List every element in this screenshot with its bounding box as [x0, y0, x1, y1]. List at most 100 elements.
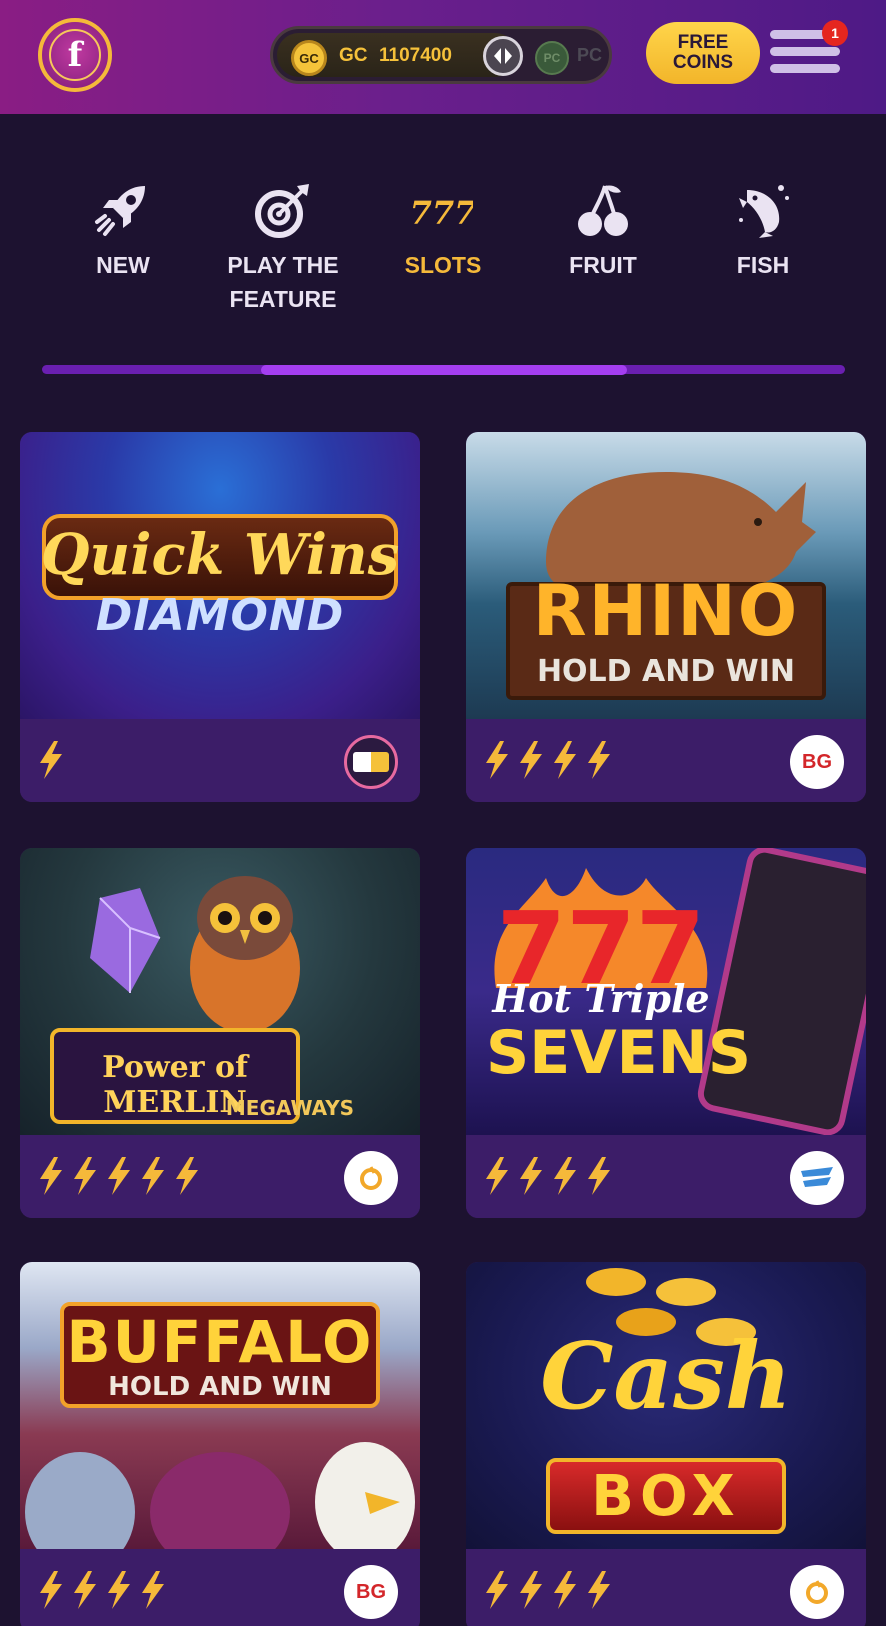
- animals-illustration: [25, 1442, 415, 1549]
- lightning-bolt-icon: [108, 1157, 130, 1195]
- lightning-bolt-icon: [40, 1157, 62, 1195]
- category-slots[interactable]: 777 SLOTS: [363, 180, 523, 282]
- game-card-rhino-hold-and-win[interactable]: RHINO HOLD AND WIN BG: [466, 432, 866, 802]
- volatility-rating: [38, 1571, 166, 1609]
- category-label: FRUIT: [569, 252, 637, 278]
- game-title: BUFFALO: [66, 1308, 374, 1376]
- game-thumbnail: Cash BOX: [466, 1262, 866, 1549]
- provider-swirl-icon: [806, 1580, 828, 1604]
- gold-coin-icon: GC: [291, 40, 327, 76]
- game-title: RHINO: [532, 570, 800, 652]
- category-fruit[interactable]: FRUIT: [523, 180, 683, 282]
- volatility-rating: [38, 1157, 200, 1195]
- lightning-bolt-icon: [142, 1571, 164, 1609]
- game-thumbnail: BUFFALO HOLD AND WIN: [20, 1262, 420, 1549]
- lightning-bolt-icon: [486, 1157, 508, 1195]
- volatility-rating: [484, 1571, 612, 1609]
- top-header: f GC GC 1107400 PC PC FREE COINS 1: [0, 0, 886, 114]
- provider-swirl-icon: [360, 1166, 382, 1190]
- fish-icon: [739, 185, 789, 238]
- lightning-bolt-icon: [554, 1571, 576, 1609]
- lightning-bolt-icon: [554, 741, 576, 779]
- game-subtitle: SEVENS: [486, 1018, 752, 1088]
- phone-illustration: [694, 848, 866, 1135]
- game-subtitle: HOLD AND WIN: [536, 654, 796, 689]
- lightning-bolt-icon: [40, 1571, 62, 1609]
- balance-switcher[interactable]: GC GC 1107400 PC PC: [270, 26, 612, 84]
- cherries-icon: [578, 185, 628, 236]
- provider-wave-icon: [801, 1167, 833, 1187]
- game-subtitle: BOX: [591, 1464, 741, 1529]
- logo-letter: f: [49, 29, 101, 81]
- category-scroll-thumb[interactable]: [261, 365, 627, 375]
- game-thumbnail: 777 Hot Triple SEVENS: [466, 848, 866, 1135]
- prize-coin-label: PC: [577, 45, 603, 65]
- free-coins-button[interactable]: FREE COINS: [646, 22, 760, 84]
- rocket-icon: [95, 186, 145, 236]
- crystal-illustration: [90, 888, 161, 993]
- volatility-rating: [38, 741, 64, 779]
- game-card-footer: BG: [20, 1549, 420, 1626]
- prize-coin-icon: PC: [535, 41, 569, 75]
- game-card-quick-wins-diamond[interactable]: Quick Wins DIAMOND: [20, 432, 420, 802]
- provider-logo: BG: [790, 735, 844, 789]
- volatility-rating: [484, 741, 612, 779]
- owl-illustration: [190, 876, 300, 1033]
- lightning-bolt-icon: [486, 741, 508, 779]
- lightning-bolt-icon: [520, 1571, 542, 1609]
- category-label: FISH: [736, 252, 790, 278]
- game-thumbnail: RHINO HOLD AND WIN: [466, 432, 866, 719]
- provider-logo: [344, 1151, 398, 1205]
- lightning-bolt-icon: [520, 741, 542, 779]
- lightning-bolt-icon: [74, 1571, 96, 1609]
- category-label: SLOTS: [404, 252, 482, 278]
- currency-toggle-button[interactable]: [483, 36, 523, 76]
- game-subtitle: HOLD AND WIN: [108, 1372, 332, 1402]
- game-card-footer: [466, 1135, 866, 1218]
- category-new[interactable]: NEW: [43, 180, 203, 282]
- game-card-cash-box[interactable]: Cash BOX: [466, 1262, 866, 1626]
- game-card-footer: [20, 719, 420, 802]
- game-card-hot-triple-sevens[interactable]: 777 Hot Triple SEVENS: [466, 848, 866, 1218]
- lightning-bolt-icon: [74, 1157, 96, 1195]
- game-title: Hot Triple: [492, 976, 710, 1021]
- toggle-arrows-icon: [494, 48, 512, 64]
- provider-logo: BG: [344, 1565, 398, 1619]
- sevens-icon: 777: [413, 194, 473, 232]
- provider-logo-card: [353, 752, 389, 772]
- game-card-footer: [20, 1135, 420, 1218]
- lightning-bolt-icon: [588, 741, 610, 779]
- game-card-footer: [466, 1549, 866, 1626]
- lightning-bolt-icon: [554, 1157, 576, 1195]
- game-card-power-of-merlin[interactable]: Power of MERLIN MEGAWAYS: [20, 848, 420, 1218]
- game-subtitle: MEGAWAYS: [225, 1096, 355, 1120]
- game-card-buffalo-hold-and-win[interactable]: BUFFALO HOLD AND WIN BG: [20, 1262, 420, 1626]
- category-play-the-feature[interactable]: PLAY THE FEATURE: [203, 180, 363, 316]
- menu-bar: [770, 47, 840, 56]
- game-title: Quick Wins: [40, 522, 400, 588]
- category-label: PLAY THE FEATURE: [227, 252, 339, 312]
- menu-bar: [770, 64, 840, 73]
- lightning-bolt-icon: [142, 1157, 164, 1195]
- category-label: NEW: [96, 252, 150, 278]
- site-logo[interactable]: f: [38, 18, 112, 92]
- lightning-bolt-icon: [40, 741, 62, 779]
- category-fish[interactable]: FISH: [683, 180, 843, 282]
- lightning-bolt-icon: [588, 1157, 610, 1195]
- lightning-bolt-icon: [588, 1571, 610, 1609]
- lightning-bolt-icon: [176, 1157, 198, 1195]
- provider-logo: [344, 735, 398, 789]
- lightning-bolt-icon: [520, 1157, 542, 1195]
- game-thumbnail: Quick Wins DIAMOND: [20, 432, 420, 719]
- gold-coin-label: GC: [339, 45, 368, 66]
- volatility-rating: [484, 1157, 612, 1195]
- lightning-bolt-icon: [486, 1571, 508, 1609]
- game-thumbnail: Power of MERLIN MEGAWAYS: [20, 848, 420, 1135]
- target-icon: [255, 184, 309, 238]
- svg-text:777: 777: [413, 194, 473, 232]
- game-title: Cash: [540, 1322, 792, 1430]
- game-subtitle: DIAMOND: [95, 590, 345, 641]
- notification-badge: 1: [822, 20, 848, 46]
- provider-logo: [790, 1151, 844, 1205]
- game-card-footer: BG: [466, 719, 866, 802]
